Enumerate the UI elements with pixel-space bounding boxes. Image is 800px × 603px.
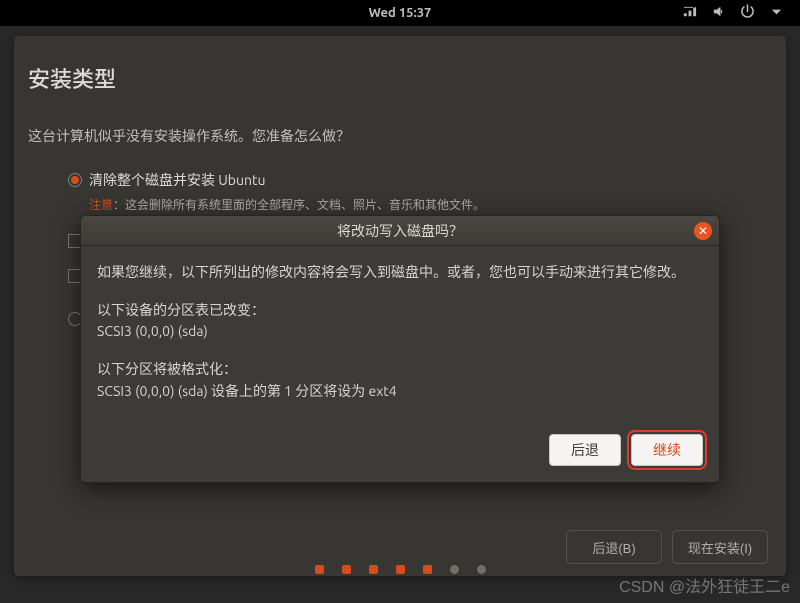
section-line: SCSI3 (0,0,0) (sda) 设备上的第 1 分区将设为 ext4 (97, 381, 703, 403)
section-line: SCSI3 (0,0,0) (sda) (97, 321, 703, 343)
section-heading: 以下分区将被格式化： (97, 359, 703, 381)
watermark: CSDN @法外狂徒王二e (619, 573, 790, 597)
dialog-title: 将改动写入磁盘吗？ (337, 221, 463, 241)
partition-table-changed: 以下设备的分区表已改变： SCSI3 (0,0,0) (sda) (97, 300, 703, 343)
dialog-buttons: 后退 继续 (81, 430, 719, 482)
dialog-header: 将改动写入磁盘吗？ ✕ (81, 216, 719, 246)
dialog-body: 如果您继续，以下所列出的修改内容将会写入到磁盘中。或者，您也可以手动来进行其它修… (81, 246, 719, 430)
section-heading: 以下设备的分区表已改变： (97, 300, 703, 322)
dialog-continue-button[interactable]: 继续 (631, 434, 703, 466)
dialog-intro: 如果您继续，以下所列出的修改内容将会写入到磁盘中。或者，您也可以手动来进行其它修… (97, 262, 703, 284)
dialog-back-button[interactable]: 后退 (549, 434, 621, 466)
partitions-formatted: 以下分区将被格式化： SCSI3 (0,0,0) (sda) 设备上的第 1 分… (97, 359, 703, 402)
close-icon[interactable]: ✕ (694, 222, 712, 240)
confirm-dialog: 将改动写入磁盘吗？ ✕ 如果您继续，以下所列出的修改内容将会写入到磁盘中。或者，… (80, 215, 720, 483)
